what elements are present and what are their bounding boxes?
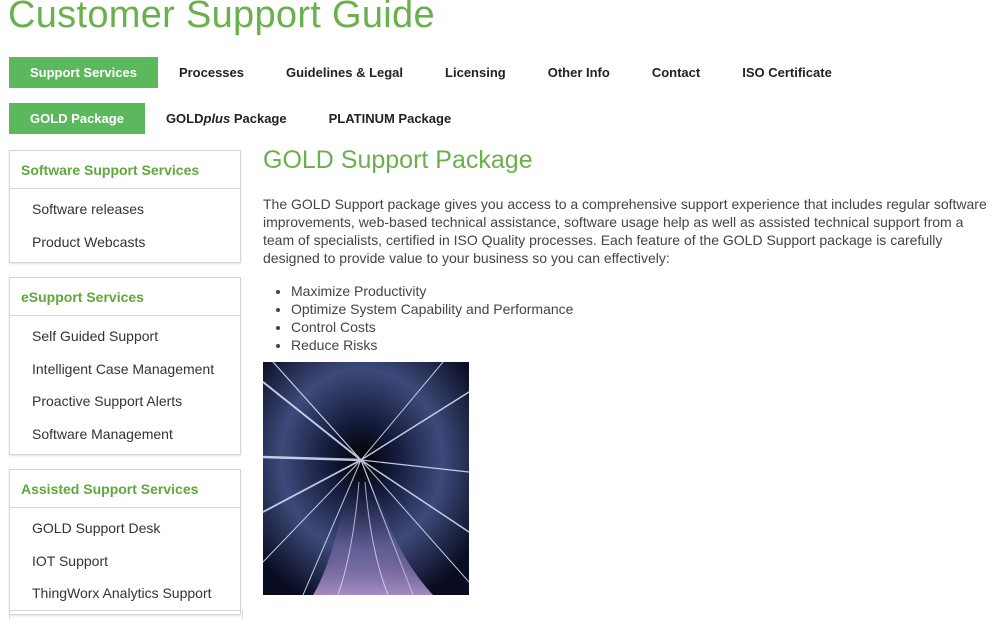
sidebar-item-iot-support[interactable]: IOT Support <box>10 545 240 578</box>
speed-tunnel-image <box>263 362 469 595</box>
tab-gold-package[interactable]: GOLD Package <box>9 103 145 134</box>
nav-processes[interactable]: Processes <box>158 57 265 88</box>
sidebar-item-self-guided-support[interactable]: Self Guided Support <box>10 320 240 353</box>
goldplus-em: plus <box>203 111 231 126</box>
nav-contact[interactable]: Contact <box>631 57 721 88</box>
sidebar-heading-software-support[interactable]: Software Support Services <box>10 151 240 189</box>
nav-other-info[interactable]: Other Info <box>527 57 631 88</box>
sidebar-item-gold-support-desk[interactable]: GOLD Support Desk <box>10 512 240 545</box>
sidebar-list: Self Guided Support Intelligent Case Man… <box>10 316 240 454</box>
nav-guidelines-legal[interactable]: Guidelines & Legal <box>265 57 424 88</box>
tab-goldplus-package[interactable]: GOLDplus Package <box>145 103 308 134</box>
list-item: Control Costs <box>291 318 998 336</box>
sidebar: Software Support Services Software relea… <box>9 150 241 629</box>
sidebar-heading-esupport[interactable]: eSupport Services <box>10 278 240 316</box>
sidebar-heading-assisted-support[interactable]: Assisted Support Services <box>10 470 240 508</box>
list-item: Optimize System Capability and Performan… <box>291 300 998 318</box>
main-content: GOLD Support Package The GOLD Support pa… <box>263 146 998 595</box>
main-nav: Support Services Processes Guidelines & … <box>9 57 853 88</box>
sidebar-item-software-releases[interactable]: Software releases <box>10 193 240 226</box>
goldplus-prefix: GOLD <box>165 111 204 126</box>
nav-licensing[interactable]: Licensing <box>424 57 527 88</box>
sidebar-item-proactive-support-alerts[interactable]: Proactive Support Alerts <box>10 385 240 418</box>
goldplus-suffix: Package <box>230 111 287 126</box>
benefits-list: Maximize Productivity Optimize System Ca… <box>263 282 998 354</box>
site-title: Customer Support Guide <box>8 0 435 36</box>
intro-paragraph: The GOLD Support package gives you acces… <box>263 196 987 266</box>
sidebar-section-esupport: eSupport Services Self Guided Support In… <box>9 277 241 455</box>
list-item: Reduce Risks <box>291 336 998 354</box>
sidebar-section-assisted-support: Assisted Support Services GOLD Support D… <box>9 469 241 615</box>
sidebar-item-product-webcasts[interactable]: Product Webcasts <box>10 226 240 259</box>
sidebar-section-software-support: Software Support Services Software relea… <box>9 150 241 263</box>
sidebar-list: GOLD Support Desk IOT Support ThingWorx … <box>10 508 240 614</box>
nav-support-services[interactable]: Support Services <box>9 57 158 88</box>
sidebar-item-software-management[interactable]: Software Management <box>10 418 240 451</box>
nav-iso-certificate[interactable]: ISO Certificate <box>721 57 853 88</box>
package-nav: GOLD Package GOLDplus Package PLATINUM P… <box>9 103 472 134</box>
sidebar-item-intelligent-case-management[interactable]: Intelligent Case Management <box>10 353 240 386</box>
page-title: GOLD Support Package <box>263 146 533 174</box>
sidebar-item-thingworx-analytics-support[interactable]: ThingWorx Analytics Support <box>10 577 240 610</box>
tab-platinum-package[interactable]: PLATINUM Package <box>308 103 473 134</box>
list-item: Maximize Productivity <box>291 282 998 300</box>
speed-tunnel-graphic <box>263 362 469 595</box>
sidebar-list: Software releases Product Webcasts <box>10 189 240 262</box>
